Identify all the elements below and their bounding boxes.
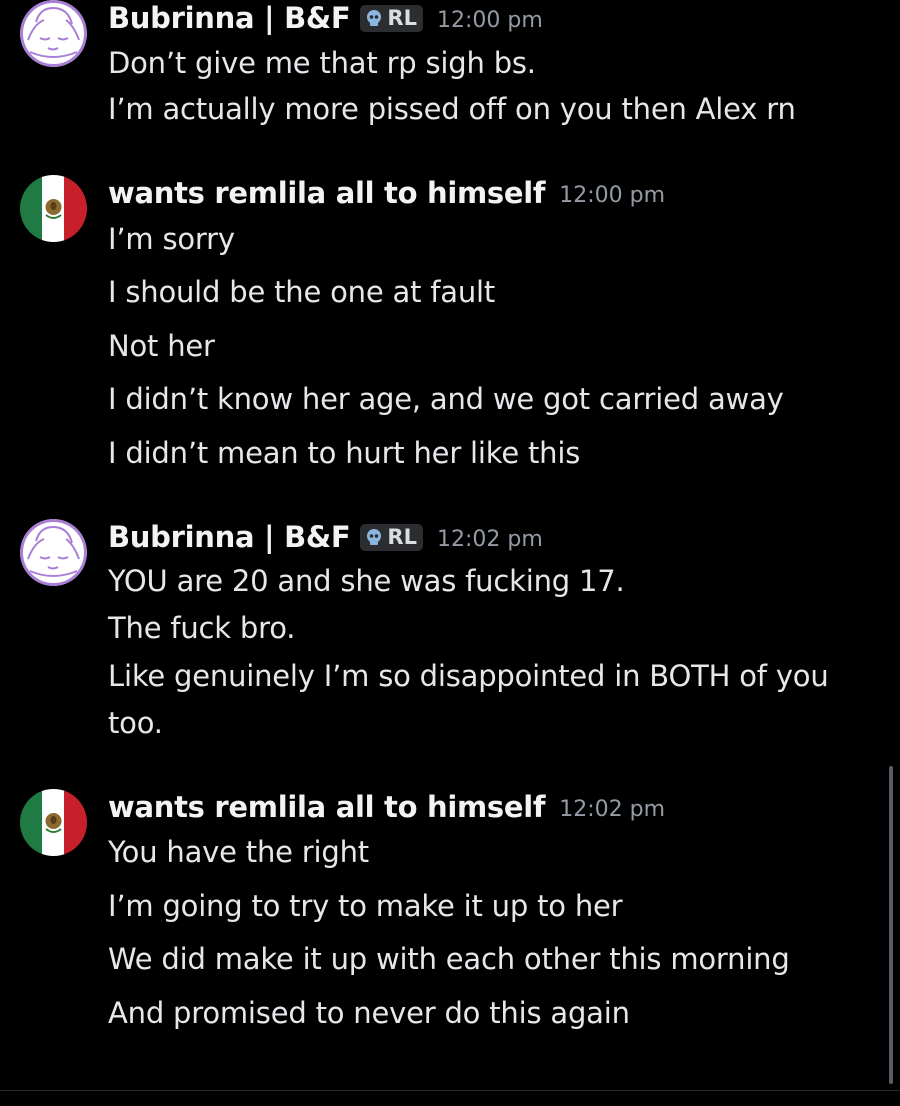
message-header: Bubrinna | B&F RL 12:00 pm	[108, 0, 543, 36]
author-name[interactable]: wants remlila all to himself	[108, 176, 546, 210]
message-text: I didn’t mean to hurt her like this	[108, 436, 581, 470]
scrollbar-thumb[interactable]	[889, 766, 893, 1084]
server-tag[interactable]: RL	[360, 4, 423, 32]
skull-icon	[367, 10, 382, 26]
message-text: I’m actually more pissed off on you then…	[108, 92, 796, 126]
sleepy-face-avatar-icon	[20, 519, 87, 586]
message-header: wants remlila all to himself 12:00 pm	[108, 175, 665, 211]
message-text: The fuck bro.	[108, 611, 296, 645]
message-header: wants remlila all to himself 12:02 pm	[108, 789, 665, 825]
mexico-flag-avatar-icon	[20, 175, 87, 242]
author-name[interactable]: wants remlila all to himself	[108, 790, 546, 824]
message-text: And promised to never do this again	[108, 996, 630, 1030]
message-text: I didn’t know her age, and we got carrie…	[108, 382, 784, 416]
message-timestamp[interactable]: 12:00 pm	[559, 183, 665, 208]
divider	[0, 1090, 900, 1091]
message-timestamp[interactable]: 12:00 pm	[437, 8, 543, 33]
author-name[interactable]: Bubrinna | B&F	[108, 1, 351, 35]
sleepy-face-avatar-icon	[20, 0, 87, 67]
server-tag-label: RL	[387, 525, 417, 549]
skull-icon	[367, 529, 382, 545]
mexico-flag-avatar-icon	[20, 789, 87, 856]
avatar[interactable]	[20, 0, 87, 67]
message-text: You have the right	[108, 835, 369, 869]
avatar[interactable]	[20, 519, 87, 586]
message-text: I should be the one at fault	[108, 275, 496, 309]
avatar[interactable]	[20, 175, 87, 242]
message-text: We did make it up with each other this m…	[108, 942, 790, 976]
message-header: Bubrinna | B&F RL 12:02 pm	[108, 519, 543, 555]
message-text: too.	[108, 706, 163, 740]
server-tag-label: RL	[387, 6, 417, 30]
message-text: YOU are 20 and she was fucking 17.	[108, 564, 625, 598]
avatar[interactable]	[20, 789, 87, 856]
message-text: Don’t give me that rp sigh bs.	[108, 46, 536, 80]
message-text: I’m going to try to make it up to her	[108, 889, 623, 923]
message-text: Like genuinely I’m so disappointed in BO…	[108, 659, 829, 693]
message-timestamp[interactable]: 12:02 pm	[437, 527, 543, 552]
message-timestamp[interactable]: 12:02 pm	[559, 797, 665, 822]
message-text: Not her	[108, 329, 215, 363]
chat-message-list: Bubrinna | B&F RL 12:00 pm Don’t give me…	[0, 0, 900, 1106]
message-text: I’m sorry	[108, 222, 235, 256]
author-name[interactable]: Bubrinna | B&F	[108, 520, 351, 554]
server-tag[interactable]: RL	[360, 523, 423, 551]
